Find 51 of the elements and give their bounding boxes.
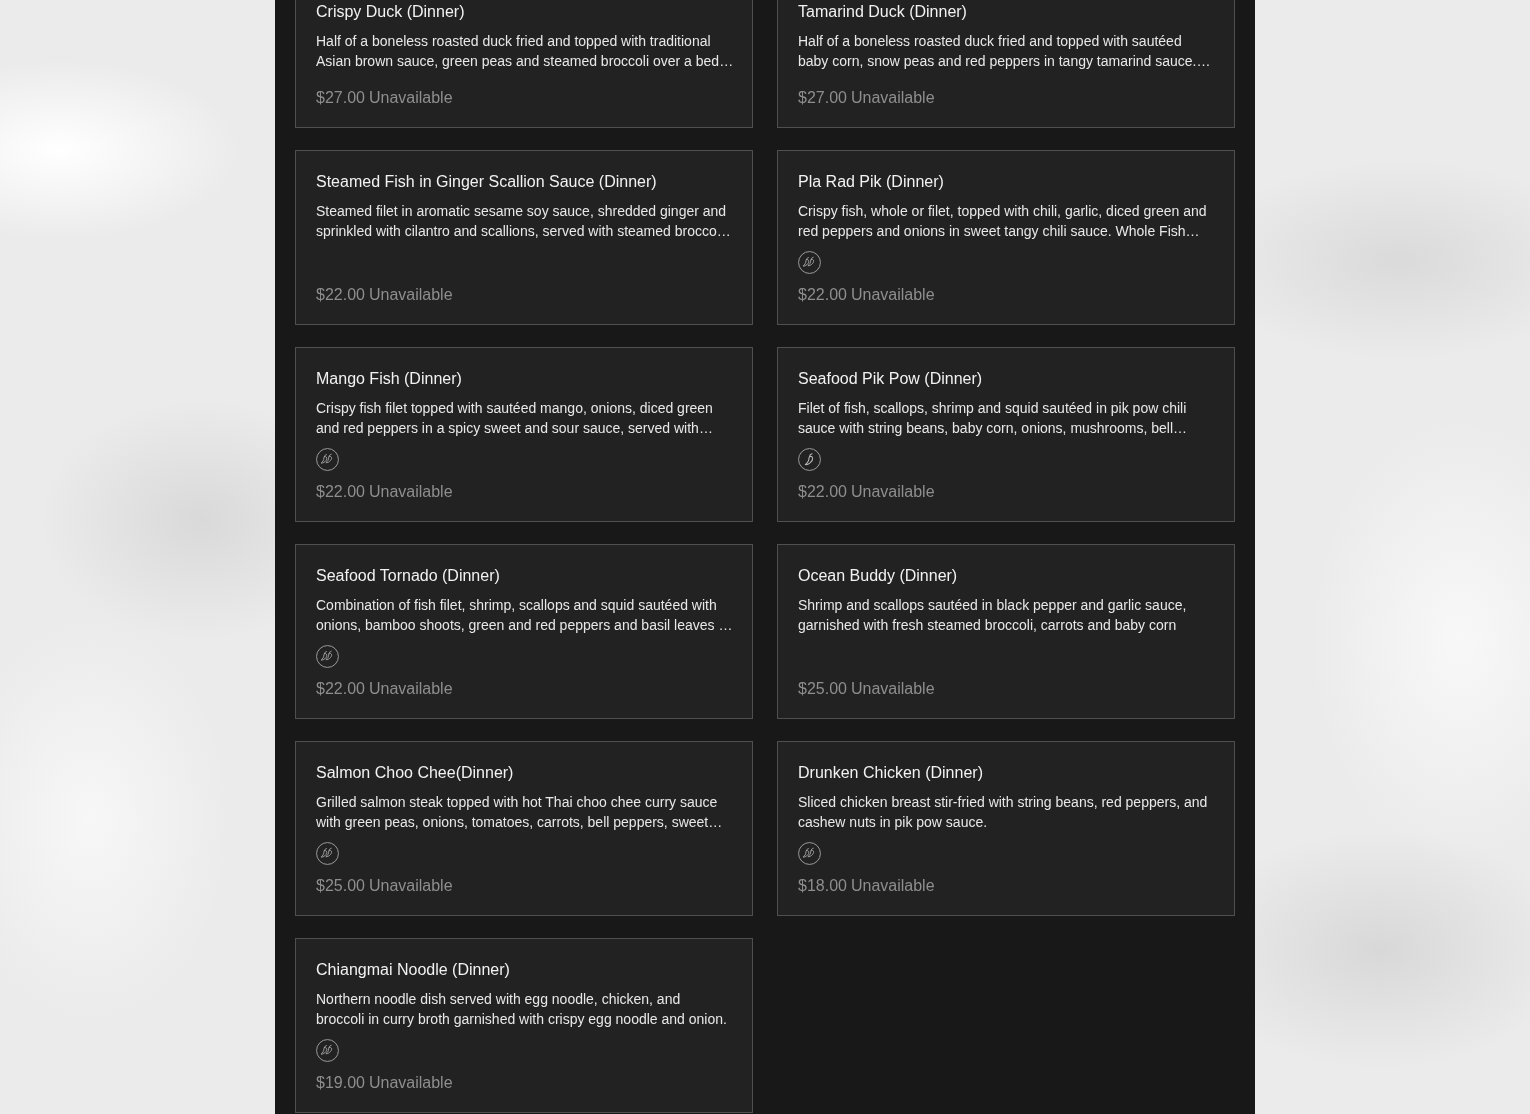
availability-text: Unavailable [368, 1073, 453, 1093]
dish-name: Steamed Fish in Ginger Scallion Sauce (Dinner) [316, 172, 658, 192]
availability-text: Unavailable [368, 679, 453, 699]
dish-name: Ocean Buddy (Dinner) [798, 566, 959, 586]
dish-name: Pla Rad Pik (Dinner) [798, 172, 945, 192]
availability-text: Unavailable [368, 88, 453, 108]
price-text: $25.00 [316, 876, 365, 896]
dish-description: Filet of fish, scallops, shrimp and squid sautéed in pik pow chili sauce with string beans, baby corn, onions, mushrooms, bell… [798, 399, 1189, 438]
dish-description: Sliced chicken breast stir-fried with string beans, red peppers, and cashew nuts in pik pow sauce. [798, 793, 1209, 832]
dish-name: Drunken Chicken (Dinner) [798, 763, 984, 783]
dish-description: Crispy fish filet topped with sautéed mango, onions, diced green and red peppers in a spicy sweet and sour sauce, served with… [316, 399, 714, 438]
price-text: $19.00 [316, 1073, 365, 1093]
availability-text: Unavailable [850, 482, 935, 502]
availability-text: Unavailable [850, 876, 935, 896]
dish-name: Seafood Tornado (Dinner) [316, 566, 501, 586]
price-text: $22.00 [316, 679, 365, 699]
availability-text: Unavailable [368, 285, 453, 305]
dish-name: Seafood Pik Pow (Dinner) [798, 369, 984, 389]
dish-name: Mango Fish (Dinner) [316, 369, 463, 389]
availability-text: Unavailable [850, 285, 935, 305]
price-text: $25.00 [798, 679, 847, 699]
two-chili-peppers-icon [316, 448, 339, 471]
chili-pepper-icon [798, 448, 821, 471]
dish-description: Grilled salmon steak topped with hot Thai choo chee curry sauce with green peas, onions, tomatoes, carrots, bell peppers, sweet… [316, 793, 724, 832]
dish-description: Half of a boneless roasted duck fried and topped with sautéed baby corn, snow peas and red peppers in tangy tamarind sauce.… [798, 32, 1212, 71]
availability-text: Unavailable [368, 482, 453, 502]
price-text: $22.00 [798, 285, 847, 305]
price-text: $27.00 [316, 88, 365, 108]
two-chili-peppers-icon [316, 645, 339, 668]
dish-description: Combination of fish filet, shrimp, scallops and squid sautéed with onions, bamboo shoots, green and red peppers and basil leaves … [316, 596, 734, 635]
dish-name: Salmon Choo Chee(Dinner) [316, 763, 515, 783]
price-text: $22.00 [798, 482, 847, 502]
price-text: $22.00 [316, 482, 365, 502]
price-text: $18.00 [798, 876, 847, 896]
dish-description: Shrimp and scallops sautéed in black pepper and garlic sauce, garnished with fresh steamed broccoli, carrots and baby corn [798, 596, 1188, 635]
dish-description: Half of a boneless roasted duck fried and topped with traditional Asian brown sauce, green peas and steamed broccoli over a bed… [316, 32, 735, 71]
two-chili-peppers-icon [798, 842, 821, 865]
dish-name: Crispy Duck (Dinner) [316, 2, 466, 22]
dish-description: Northern noodle dish served with egg noodle, chicken, and broccoli in curry broth garnished with crispy egg noodle and onion. [316, 990, 728, 1029]
price-text: $27.00 [798, 88, 847, 108]
availability-text: Unavailable [850, 679, 935, 699]
dish-name: Chiangmai Noodle (Dinner) [316, 960, 511, 980]
availability-text: Unavailable [850, 88, 935, 108]
two-chili-peppers-icon [798, 251, 821, 274]
dish-name: Tamarind Duck (Dinner) [798, 2, 968, 22]
two-chili-peppers-icon [316, 842, 339, 865]
dish-description: Crispy fish, whole or filet, topped with chili, garlic, diced green and red peppers and onions in sweet tangy chili sauce. Whole Fish… [798, 202, 1208, 241]
availability-text: Unavailable [368, 876, 453, 896]
dish-description: Steamed filet in aromatic sesame soy sauce, shredded ginger and sprinkled with cilantro and scallions, served with steamed brocco… [316, 202, 732, 241]
price-text: $22.00 [316, 285, 365, 305]
two-chili-peppers-icon [316, 1039, 339, 1062]
